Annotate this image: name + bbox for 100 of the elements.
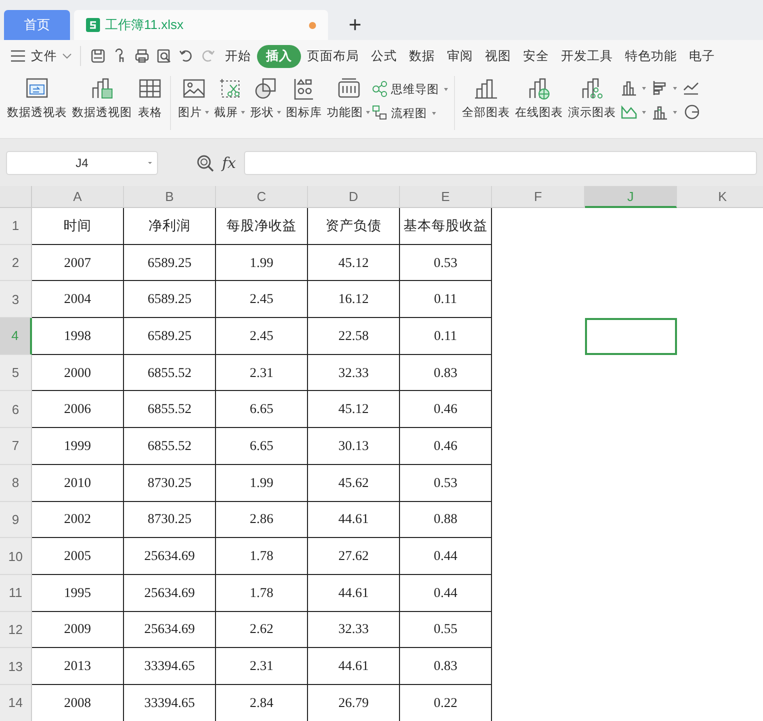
table-cell: 6.65 xyxy=(216,391,308,428)
table-cell: 时间 xyxy=(32,208,124,245)
column-chart-icon xyxy=(652,104,668,120)
print-icon[interactable] xyxy=(134,48,150,64)
row-header[interactable]: 6 xyxy=(0,391,32,428)
column-header[interactable]: B xyxy=(124,186,216,208)
spreadsheet-icon xyxy=(86,18,100,32)
bar-chart-icon xyxy=(652,80,668,96)
table-cell: 0.83 xyxy=(400,648,492,685)
column-header[interactable]: E xyxy=(400,186,492,208)
new-tab-button[interactable]: + xyxy=(340,10,370,40)
table-cell: 6589.25 xyxy=(124,281,216,318)
table-cell: 33394.65 xyxy=(124,648,216,685)
table-cell: 资产负债 xyxy=(308,208,400,245)
function-button[interactable]: fx xyxy=(222,154,236,172)
table-cell: 2010 xyxy=(32,464,124,502)
table-cell: 6855.52 xyxy=(124,391,216,428)
table-cell: 净利润 xyxy=(124,208,216,245)
table-cell: 1998 xyxy=(32,318,124,355)
row-header[interactable]: 12 xyxy=(0,612,32,648)
table-cell: 2.31 xyxy=(216,354,308,392)
row-header[interactable]: 2 xyxy=(0,244,32,282)
row-header[interactable]: 1 xyxy=(0,208,32,245)
menu-tab[interactable]: 审阅 xyxy=(441,46,479,66)
table-cell: 45.12 xyxy=(308,244,400,282)
ribbon-button[interactable]: 截屏 xyxy=(213,76,246,120)
table-cell: 0.83 xyxy=(400,354,492,392)
column-header[interactable]: A xyxy=(32,186,124,208)
menu-tab[interactable]: 开始 xyxy=(219,46,257,66)
table-cell: 6589.25 xyxy=(124,318,216,355)
ribbon-button[interactable]: 形状 xyxy=(249,76,282,120)
table-cell: 0.44 xyxy=(400,538,492,575)
table-cell: 基本每股收益 xyxy=(400,208,492,245)
table-cell: 0.46 xyxy=(400,391,492,428)
table-cell: 2002 xyxy=(32,502,124,538)
row-header[interactable]: 10 xyxy=(0,538,32,575)
table-cell: 1.78 xyxy=(216,538,308,575)
column-header[interactable]: D xyxy=(308,186,400,208)
menu-icon xyxy=(10,50,26,62)
table-cell: 2013 xyxy=(32,648,124,685)
row-header[interactable]: 9 xyxy=(0,502,32,538)
ribbon-button[interactable]: 数据透视图 xyxy=(71,76,133,120)
table-cell: 45.62 xyxy=(308,464,400,502)
ribbon-button[interactable]: 图标库 xyxy=(285,76,323,120)
ribbon-button[interactable]: 表格 xyxy=(136,76,164,120)
table-cell: 44.61 xyxy=(308,502,400,538)
undo-icon[interactable] xyxy=(178,48,194,64)
column-header[interactable]: F xyxy=(492,186,585,208)
menu-tab[interactable]: 安全 xyxy=(517,46,555,66)
save-icon[interactable] xyxy=(90,48,106,64)
table-cell: 6855.52 xyxy=(124,428,216,465)
print-preview-icon[interactable] xyxy=(156,48,172,64)
ribbon-button[interactable]: 全部图表 xyxy=(461,76,511,120)
table-cell: 0.55 xyxy=(400,612,492,648)
row-header[interactable]: 3 xyxy=(0,281,32,318)
row-header[interactable]: 5 xyxy=(0,354,32,392)
table-cell: 0.53 xyxy=(400,464,492,502)
menu-tab[interactable]: 页面布局 xyxy=(301,46,365,66)
table-cell: 25634.69 xyxy=(124,612,216,648)
table-cell: 2006 xyxy=(32,391,124,428)
formula-input[interactable] xyxy=(244,150,757,174)
ribbon-button[interactable]: 演示图表 xyxy=(567,76,617,120)
menu-tab[interactable]: 视图 xyxy=(479,46,517,66)
menu-tab[interactable]: 特色功能 xyxy=(619,46,683,66)
column-header[interactable]: K xyxy=(677,186,763,208)
row-header[interactable]: 11 xyxy=(0,574,32,612)
caret-icon xyxy=(148,162,152,164)
file-menu[interactable]: 文件 xyxy=(10,48,72,64)
menu-tab[interactable]: 公式 xyxy=(365,46,403,66)
menu-tab[interactable]: 电子 xyxy=(683,46,721,66)
row-header[interactable]: 8 xyxy=(0,464,32,502)
active-cell[interactable] xyxy=(585,318,677,355)
ribbon-button[interactable]: 数据透视表 xyxy=(6,76,68,120)
table-cell: 2007 xyxy=(32,244,124,282)
ribbon-button[interactable]: 功能图 xyxy=(326,76,371,120)
menu-tab[interactable]: 数据 xyxy=(403,46,441,66)
table-cell: 25634.69 xyxy=(124,538,216,575)
column-header[interactable]: C xyxy=(216,186,308,208)
table-cell: 30.13 xyxy=(308,428,400,465)
ribbon-button[interactable]: 流程图 xyxy=(371,104,448,122)
name-box[interactable]: J4 xyxy=(6,150,158,174)
table-cell: 0.11 xyxy=(400,318,492,355)
ribbon-button[interactable]: 在线图表 xyxy=(514,76,564,120)
table-cell: 0.11 xyxy=(400,281,492,318)
ribbon-button[interactable]: 图片 xyxy=(177,76,210,120)
table-cell: 0.46 xyxy=(400,428,492,465)
zoom-icon[interactable] xyxy=(196,154,214,172)
table-cell: 0.44 xyxy=(400,574,492,612)
pie-chart-icon xyxy=(683,104,699,120)
ribbon-button[interactable]: 思维导图 xyxy=(371,80,448,98)
table-cell: 2009 xyxy=(32,612,124,648)
table-cell: 1.99 xyxy=(216,244,308,282)
table-cell: 0.53 xyxy=(400,244,492,282)
row-header[interactable]: 14 xyxy=(0,684,32,721)
menu-tab[interactable]: 开发工具 xyxy=(555,46,619,66)
row-header[interactable]: 7 xyxy=(0,428,32,465)
row-header[interactable]: 13 xyxy=(0,648,32,685)
table-cell: 32.33 xyxy=(308,612,400,648)
table-cell: 44.61 xyxy=(308,574,400,612)
table-cell: 8730.25 xyxy=(124,502,216,538)
